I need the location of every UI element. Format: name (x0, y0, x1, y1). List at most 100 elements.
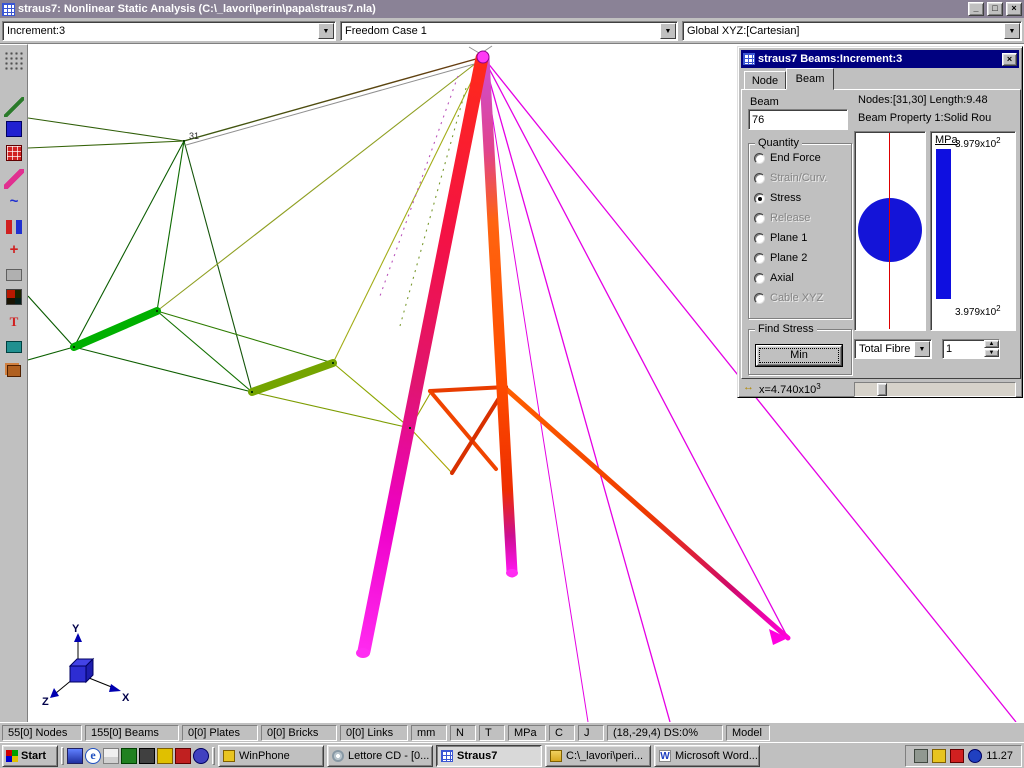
msn-icon[interactable] (193, 748, 209, 764)
radio-axial[interactable]: Axial (754, 271, 794, 285)
tray-msn-icon[interactable] (968, 749, 982, 763)
show-desktop-icon[interactable] (67, 748, 83, 764)
radio-icon[interactable] (754, 153, 765, 164)
chevron-down-icon[interactable]: ▼ (1004, 23, 1020, 39)
straus7-logo-icon (441, 750, 453, 762)
start-button[interactable]: Start (2, 745, 58, 767)
radio-stress[interactable]: Stress (754, 191, 801, 205)
erase-tool-icon[interactable] (6, 269, 22, 281)
chevron-down-icon[interactable]: ▼ (914, 341, 930, 357)
chevron-down-icon[interactable]: ▼ (318, 23, 334, 39)
node-tool-icon[interactable] (6, 121, 22, 137)
x-axis-label: X (122, 692, 130, 704)
close-icon[interactable]: × (1002, 53, 1017, 66)
channels-icon[interactable] (139, 748, 155, 764)
task-cd-player[interactable]: Lettore CD - [0... (327, 745, 433, 767)
status-mass-unit: T (479, 725, 505, 741)
radio-icon (754, 173, 765, 184)
brace-beams (430, 387, 506, 473)
spin-up-icon[interactable]: ▲ (984, 340, 999, 348)
scale-color-bar (936, 149, 951, 299)
radio-icon (754, 213, 765, 224)
status-nodes: 55[0] Nodes (2, 725, 82, 741)
z-axis-label: Z (42, 696, 49, 708)
maximize-button[interactable]: □ (987, 2, 1003, 16)
radio-icon[interactable] (754, 233, 765, 244)
axis-slider-track[interactable] (854, 382, 1016, 397)
text-tool-icon[interactable]: T (4, 313, 24, 333)
tray-volume-icon[interactable] (932, 749, 946, 763)
spline-tool-icon[interactable]: ~ (4, 193, 24, 213)
tools-sidebar: ~ + T (0, 44, 28, 722)
axes-triad: X Y Z (42, 623, 130, 708)
radio-icon[interactable] (754, 273, 765, 284)
brick-tool-icon[interactable] (7, 365, 21, 377)
section-circle (858, 198, 922, 262)
status-beams: 155[0] Beams (85, 725, 179, 741)
paint-icon[interactable] (175, 748, 191, 764)
window-titlebar: straus7: Nonlinear Static Analysis (C:\_… (0, 0, 1024, 18)
beam-number-input[interactable] (748, 109, 848, 130)
axis-slider-icon: ↔ (743, 381, 754, 393)
link-tool-icon[interactable] (6, 220, 22, 234)
straus7-logo-icon (2, 3, 15, 16)
axis-slider-thumb[interactable] (877, 383, 887, 396)
radio-end-force[interactable]: End Force (754, 151, 821, 165)
radio-icon[interactable] (754, 253, 765, 264)
task-straus7[interactable]: Straus7 (436, 745, 542, 767)
coord-system-select[interactable]: Global XYZ:[Cartesian] ▼ (682, 21, 1022, 41)
ie-icon[interactable] (85, 748, 101, 764)
tab-node[interactable]: Node (744, 71, 786, 90)
scale-max-value: 3.979x102 (955, 136, 1001, 150)
task-explorer-lavori[interactable]: C:\_lavori\peri... (545, 745, 651, 767)
stress-scale: MPa 3.979x102 3.979x102 (930, 131, 1016, 331)
tray-antivirus-icon[interactable] (950, 749, 964, 763)
winphone-icon (223, 750, 235, 762)
min-button[interactable]: Min (756, 345, 842, 366)
find-stress-group-label: Find Stress (755, 323, 817, 335)
tray-terminal-icon[interactable] (914, 749, 928, 763)
radio-selected-icon[interactable] (754, 193, 765, 204)
straus7-application-window: straus7: Nonlinear Static Analysis (C:\_… (0, 0, 1024, 768)
task-word[interactable]: Microsoft Word... (654, 745, 760, 767)
section-view (854, 131, 926, 331)
beam-nodes-info: Nodes:[31,30] Length:9.48 (858, 94, 988, 106)
beam-grid-icon[interactable] (6, 145, 22, 161)
stay-cables (184, 57, 485, 145)
cd-icon (332, 750, 344, 762)
line-tool-icon[interactable] (4, 97, 24, 117)
radio-plane-2[interactable]: Plane 2 (754, 251, 807, 265)
freedom-case-select[interactable]: Freedom Case 1 ▼ (340, 21, 678, 41)
clock[interactable]: 11.27 (986, 750, 1013, 762)
add-tool-icon[interactable]: + (4, 241, 24, 261)
mail-icon[interactable] (103, 748, 119, 764)
node-number-label: 31 (189, 131, 199, 141)
tab-beam[interactable]: Beam (786, 68, 834, 90)
quantity-group-label: Quantity (755, 137, 802, 149)
folder-icon (550, 750, 562, 762)
taskbar-grip[interactable] (212, 747, 215, 765)
property-grid-icon[interactable] (6, 289, 22, 305)
chevron-down-icon[interactable]: ▼ (660, 23, 676, 39)
left-leg-beam (364, 58, 482, 651)
task-winphone[interactable]: WinPhone (218, 745, 324, 767)
pick-tool-icon[interactable] (4, 169, 24, 189)
radio-plane-1[interactable]: Plane 1 (754, 231, 807, 245)
status-links: 0[0] Links (340, 725, 408, 741)
fibre-select[interactable]: Total Fibre ▼ (854, 339, 932, 359)
close-button[interactable]: × (1006, 2, 1022, 16)
spin-down-icon[interactable]: ▼ (984, 349, 999, 357)
quick-launch-bar (67, 748, 209, 764)
volume-icon[interactable] (157, 748, 173, 764)
plate-tool-icon[interactable] (6, 341, 22, 353)
dot-grid-select-icon[interactable] (4, 51, 24, 71)
beam-property-info: Beam Property 1:Solid Rou (858, 112, 1018, 124)
minimize-button[interactable]: _ (968, 2, 984, 16)
increment-select[interactable]: Increment:3 ▼ (2, 21, 336, 41)
taskbar-grip[interactable] (61, 747, 64, 765)
right-leg-beam (484, 58, 512, 572)
windows-logo-icon (6, 750, 18, 762)
beams-dialog-titlebar: straus7 Beams:Increment:3 × (741, 50, 1019, 68)
media-icon[interactable] (121, 748, 137, 764)
status-temp-unit: C (549, 725, 575, 741)
